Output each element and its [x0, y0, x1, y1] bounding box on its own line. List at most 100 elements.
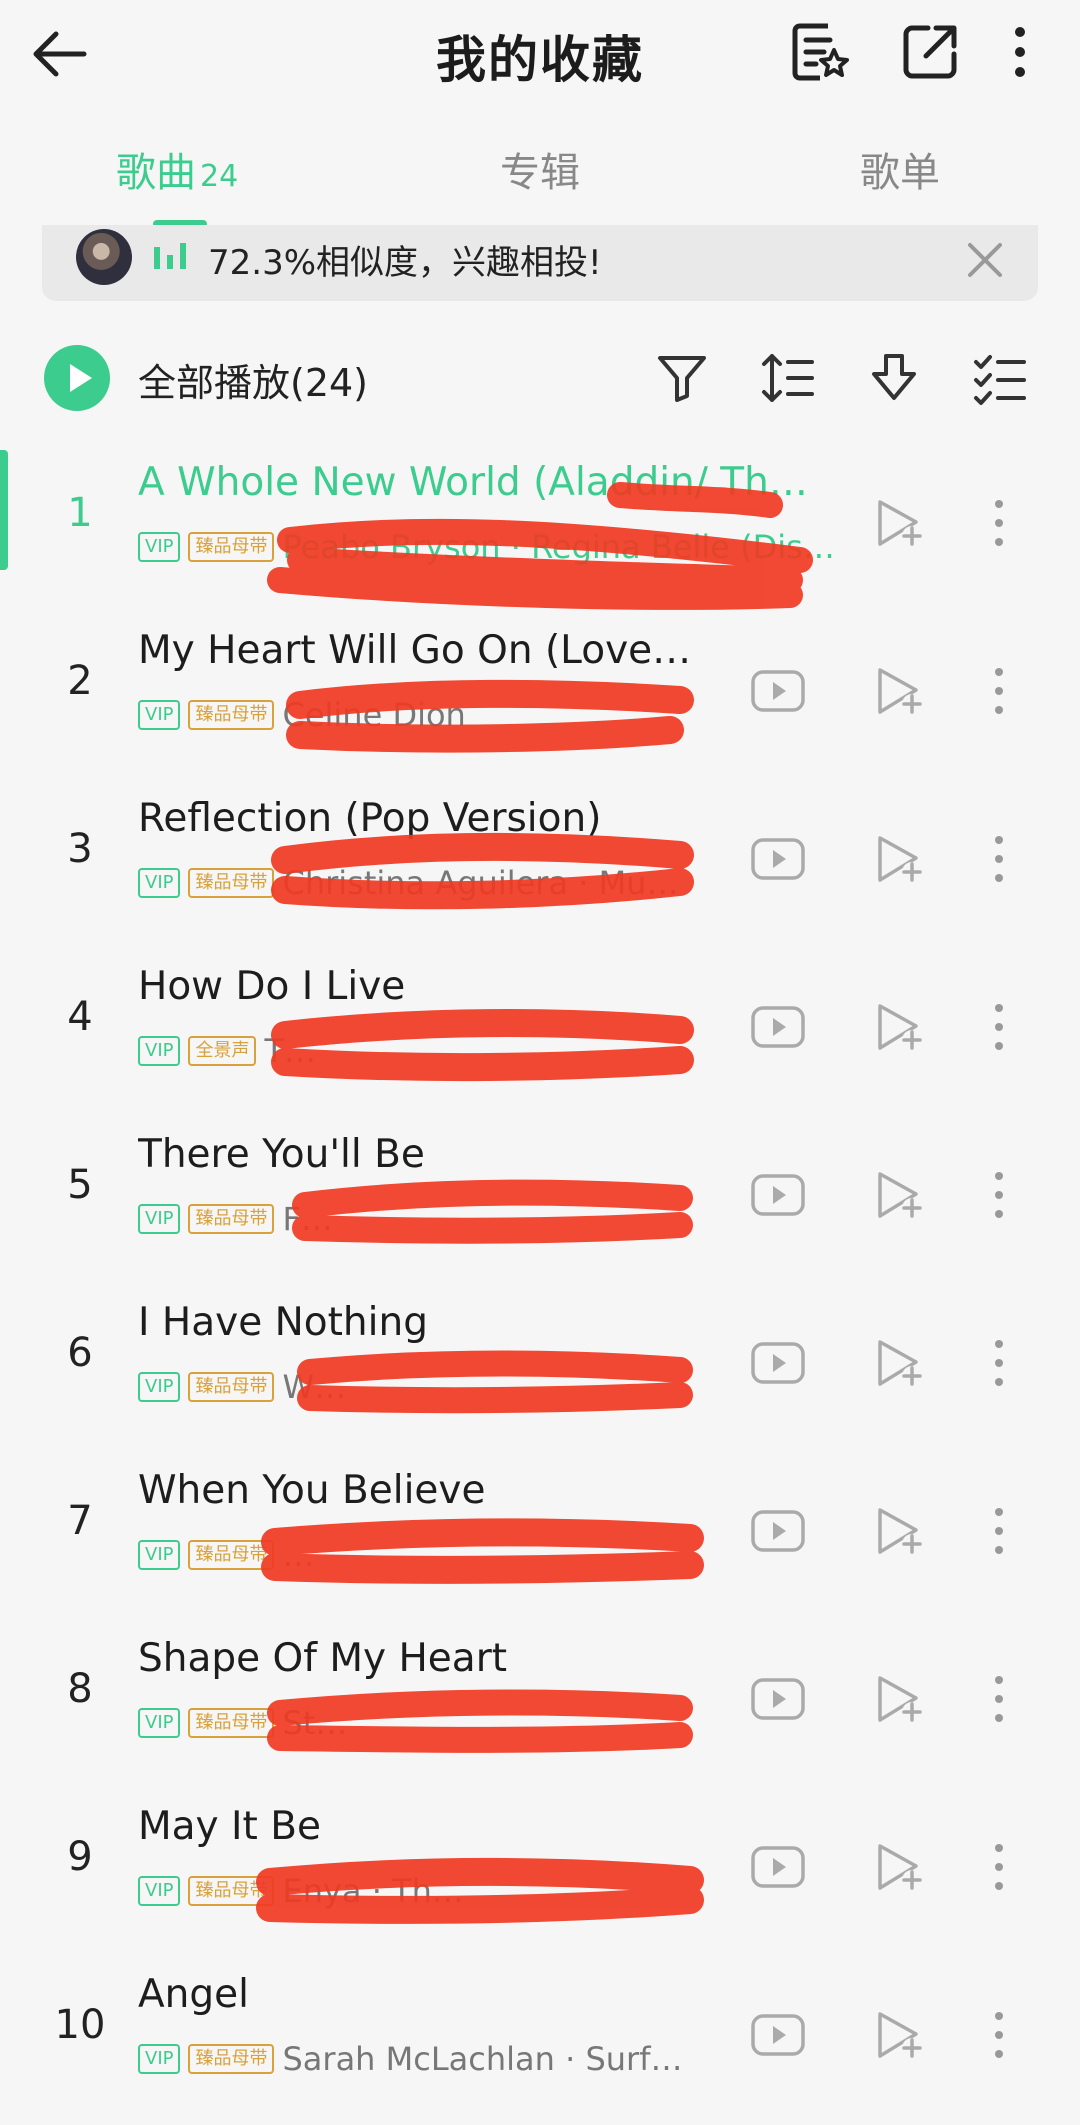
sort-icon[interactable] — [760, 350, 816, 406]
top-bar: 我的收藏 — [0, 0, 1080, 108]
mv-video-icon[interactable] — [749, 1334, 807, 1392]
song-row-9[interactable]: 9 May It Be VIP 臻品母带 Enya · Th… — [0, 1784, 1080, 1952]
add-to-playlist-icon[interactable] — [872, 830, 930, 888]
vip-badge: VIP — [138, 2044, 181, 2074]
more-options-icon[interactable] — [979, 998, 1037, 1056]
similarity-banner[interactable]: 72.3%相似度，兴趣相投! — [42, 225, 1038, 301]
song-artist: St… — [282, 1704, 348, 1742]
vip-badge: VIP — [138, 1708, 181, 1738]
song-row-10[interactable]: 10 Angel VIP 臻品母带 Sarah McLachlan · Surfa… — [0, 1952, 1080, 2120]
quality-badge: 臻品母带 — [188, 2044, 275, 2074]
more-options-icon[interactable] — [979, 494, 1037, 552]
add-to-playlist-icon[interactable] — [872, 1670, 930, 1728]
song-artist: Enya · Th… — [282, 1872, 464, 1910]
song-title: When You Believe — [138, 1468, 486, 1513]
play-icon — [70, 364, 92, 392]
song-title: Reflection (Pop Version) — [138, 796, 602, 841]
quality-badge: 臻品母带 — [188, 1372, 275, 1402]
play-all-button[interactable] — [44, 345, 110, 411]
tab-albums[interactable]: 专辑 — [500, 140, 580, 198]
quality-badge: 臻品母带 — [188, 1540, 275, 1570]
vip-badge: VIP — [138, 1540, 181, 1570]
playlist-star-icon[interactable] — [788, 20, 852, 84]
song-title: A Whole New World (Aladdin/ Th… — [138, 460, 808, 505]
song-artist: Christina Aguilera · Mula… — [282, 864, 683, 902]
song-title: May It Be — [138, 1804, 321, 1849]
mv-video-icon[interactable] — [749, 1838, 807, 1896]
add-to-playlist-icon[interactable] — [872, 1334, 930, 1392]
filter-icon[interactable] — [654, 350, 710, 406]
add-to-playlist-icon[interactable] — [872, 1838, 930, 1896]
more-options-icon[interactable] — [979, 1838, 1037, 1896]
tab-songs[interactable]: 歌曲 24 — [116, 140, 238, 198]
vip-badge: VIP — [138, 532, 181, 562]
song-number: 1 — [67, 490, 93, 536]
tab-playlists-label: 歌单 — [860, 150, 940, 196]
add-to-playlist-icon[interactable] — [872, 998, 930, 1056]
vip-badge: VIP — [138, 1204, 181, 1234]
mv-video-icon[interactable] — [749, 1502, 807, 1560]
vip-badge: VIP — [138, 1876, 181, 1906]
vip-badge: VIP — [138, 1372, 181, 1402]
add-to-playlist-icon[interactable] — [872, 2006, 930, 2064]
song-row-4[interactable]: 4 How Do I Live VIP 全景声 T… — [0, 944, 1080, 1112]
song-number: 8 — [67, 1666, 93, 1712]
quality-badge: 臻品母带 — [188, 1876, 275, 1906]
add-to-playlist-icon[interactable] — [872, 662, 930, 720]
song-title: Angel — [138, 1972, 249, 2017]
mv-video-icon[interactable] — [749, 662, 807, 720]
share-icon[interactable] — [898, 20, 962, 84]
add-to-playlist-icon[interactable] — [872, 1166, 930, 1224]
mv-video-icon[interactable] — [749, 1670, 807, 1728]
song-artist: F… — [282, 1200, 333, 1238]
mv-video-icon[interactable] — [749, 1166, 807, 1224]
song-number: 2 — [67, 658, 93, 704]
add-to-playlist-icon[interactable] — [872, 1502, 930, 1560]
song-artist: Sarah McLachlan · Surfa… — [282, 2040, 683, 2078]
song-number: 6 — [67, 1330, 93, 1376]
song-row-6[interactable]: 6 I Have Nothing VIP 臻品母带 W… — [0, 1280, 1080, 1448]
multi-select-icon[interactable] — [972, 350, 1028, 406]
mv-video-icon[interactable] — [749, 998, 807, 1056]
quality-badge: 全景声 — [188, 1036, 257, 1066]
more-vertical-icon[interactable] — [990, 20, 1050, 84]
more-options-icon[interactable] — [979, 1502, 1037, 1560]
tab-songs-count: 24 — [200, 159, 239, 194]
song-title: I Have Nothing — [138, 1300, 428, 1345]
song-artist: T… — [264, 1032, 317, 1070]
song-row-1[interactable]: 1 A Whole New World (Aladdin/ Th… VIP 臻品母… — [0, 440, 1080, 608]
song-number: 7 — [67, 1498, 93, 1544]
song-title: How Do I Live — [138, 964, 406, 1009]
song-meta: VIP 臻品母带 Peabo Bryson · Regina Belle (Disn… — [138, 528, 858, 566]
back-arrow-icon[interactable] — [28, 22, 92, 86]
song-artist: W… — [282, 1368, 347, 1406]
add-to-playlist-icon[interactable] — [872, 494, 930, 552]
song-row-2[interactable]: 2 My Heart Will Go On (Love… VIP 臻品母带 Celi… — [0, 608, 1080, 776]
more-options-icon[interactable] — [979, 1670, 1037, 1728]
song-row-7[interactable]: 7 When You Believe VIP 臻品母带… — [0, 1448, 1080, 1616]
quality-badge: 臻品母带 — [188, 868, 275, 898]
song-title: Shape Of My Heart — [138, 1636, 508, 1681]
tab-playlists[interactable]: 歌单 — [860, 140, 940, 198]
play-all-label[interactable]: 全部播放(24) — [138, 352, 368, 407]
tab-albums-label: 专辑 — [500, 150, 580, 196]
song-row-8[interactable]: 8 Shape Of My Heart VIP 臻品母带 St… — [0, 1616, 1080, 1784]
tab-songs-label: 歌曲 — [116, 150, 196, 196]
more-options-icon[interactable] — [979, 1334, 1037, 1392]
more-options-icon[interactable] — [979, 1166, 1037, 1224]
quality-badge: 臻品母带 — [188, 532, 275, 562]
song-row-3[interactable]: 3 Reflection (Pop Version) VIP 臻品母带 Christ… — [0, 776, 1080, 944]
more-options-icon[interactable] — [979, 830, 1037, 888]
close-icon[interactable] — [962, 237, 1008, 283]
song-number: 4 — [67, 994, 93, 1040]
more-options-icon[interactable] — [979, 662, 1037, 720]
mv-video-icon[interactable] — [749, 2006, 807, 2064]
mv-video-icon[interactable] — [749, 830, 807, 888]
song-row-5[interactable]: 5 There You'll Be VIP 臻品母带 F… — [0, 1112, 1080, 1280]
vip-badge: VIP — [138, 700, 181, 730]
download-icon[interactable] — [866, 350, 922, 406]
song-number: 3 — [67, 826, 93, 872]
more-options-icon[interactable] — [979, 2006, 1037, 2064]
vip-badge: VIP — [138, 1036, 181, 1066]
quality-badge: 臻品母带 — [188, 700, 275, 730]
